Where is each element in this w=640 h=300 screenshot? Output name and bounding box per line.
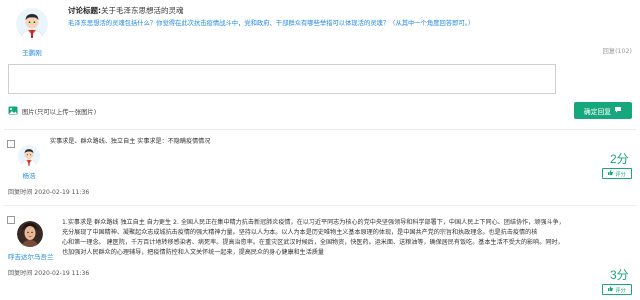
reply-user-name[interactable]: 呼吉达尔马吾兰 (8, 251, 54, 261)
rate-button-label: 评分 (615, 287, 626, 294)
topic-title-label: 讨论标题: (68, 6, 101, 15)
reply-avatar (18, 145, 40, 167)
submit-reply-label: 确定回复 (583, 107, 612, 116)
author-name[interactable]: 王鹏刚 (16, 47, 48, 57)
thumbs-up-icon (608, 170, 614, 177)
reply-score: 2分 (610, 152, 629, 166)
image-icon[interactable] (8, 106, 18, 117)
topic-title: 讨论标题:关于毛泽东思想活的灵魂 (68, 5, 184, 16)
reply-select-checkbox[interactable] (7, 140, 15, 148)
reply-text-line: 也加强对人民群众的心理辅导，把疫情防控和人文关怀统一起来，提高民众的身心健康和生… (62, 249, 325, 256)
rate-button[interactable]: 评分 (602, 284, 632, 295)
rate-button[interactable]: 评分 (602, 168, 632, 179)
reply-select-checkbox[interactable] (7, 216, 15, 224)
rate-button-label: 评分 (615, 171, 626, 178)
reply-time: 回复时间 2020-02-19 11:36 (8, 270, 90, 277)
chat-icon (614, 106, 622, 115)
reply-text-line: 充分展现了中国精神、凝聚起众志成城抗击疫情的强大精神力量。坚持以人为本。以人为本… (62, 229, 538, 236)
reply-textarea[interactable] (8, 64, 556, 94)
divider (4, 129, 636, 130)
divider (4, 205, 636, 206)
thumbs-up-icon (608, 286, 614, 293)
reply-text-line: 心和第一理念。 建医院，千万百计地转移感染者、病死率。提高治愈率。在重灾区武汉时… (62, 239, 564, 246)
reply-text-line: 1.实事求是 群众路线 独立自主 自力更生 2. 全国人民正在集中精力抗击新冠肺… (62, 219, 565, 226)
reply-count: 回复(102) (602, 48, 632, 55)
reply-text: 实事求是、群众路线、独立自主 实事求是：不隐瞒疫情情况 (50, 138, 211, 145)
topic-title-text: 关于毛泽东思想活的灵魂 (101, 6, 184, 15)
reply-score: 3分 (610, 268, 629, 282)
topic-question: 毛泽东思想活的灵魂包括什么？你觉得在此次抗击疫情战斗中，党和政府、干部群众有哪些… (68, 20, 475, 27)
image-upload[interactable]: 图片(只可以上传一张图片) (8, 106, 96, 117)
reply-time: 回复时间 2020-02-19 11:36 (8, 189, 90, 196)
submit-reply-button[interactable]: 确定回复 (574, 102, 632, 119)
image-upload-label: 图片(只可以上传一张图片) (22, 109, 97, 116)
reply-user-name[interactable]: 杨浩 (14, 170, 44, 180)
reply-avatar (17, 221, 43, 247)
author-avatar (16, 8, 48, 40)
